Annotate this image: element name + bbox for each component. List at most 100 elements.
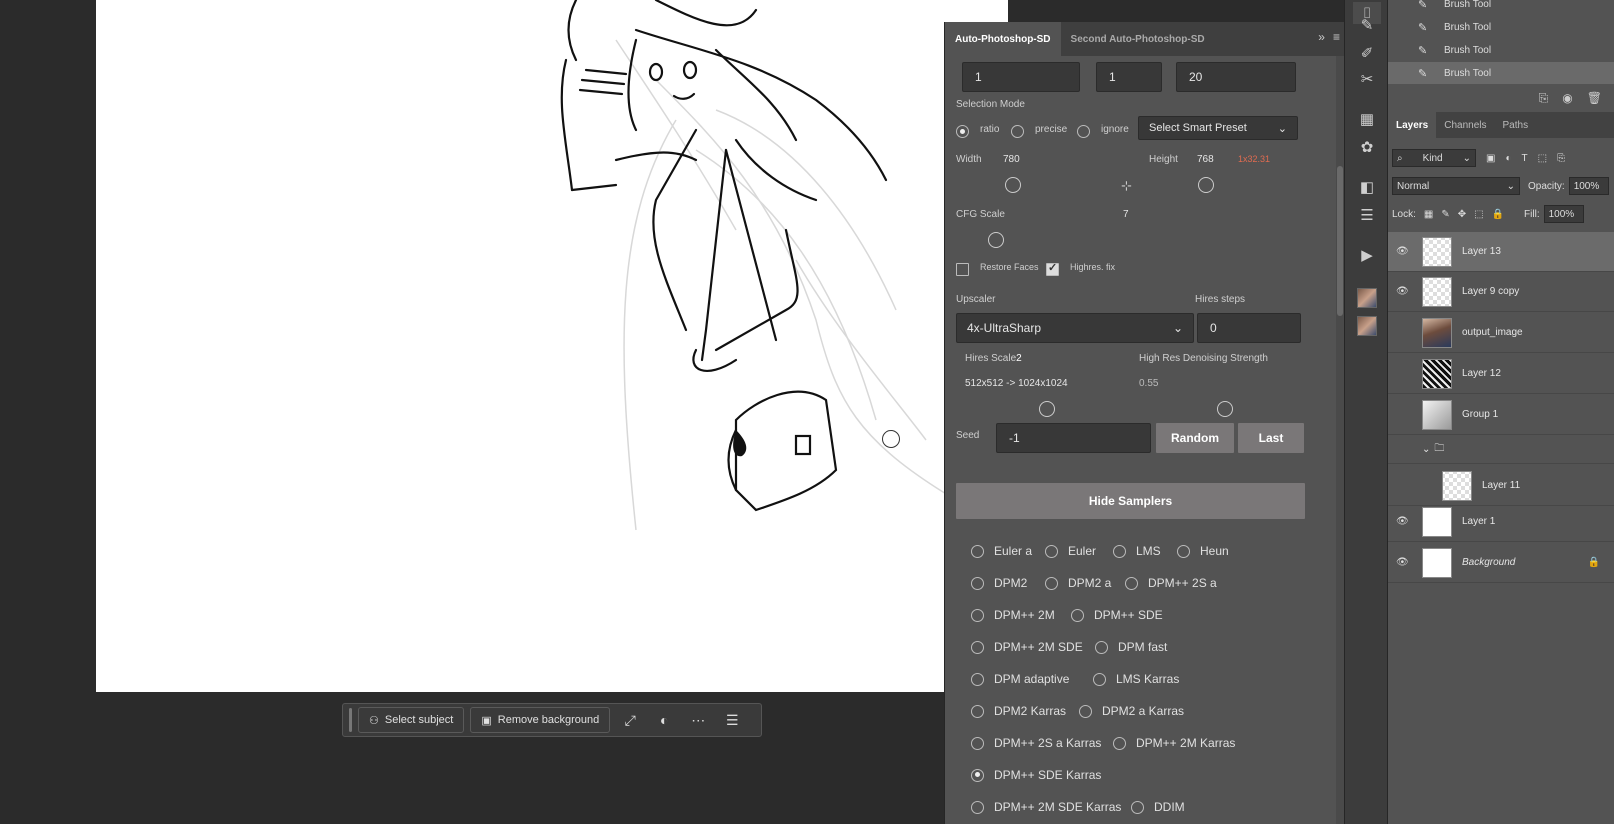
sampler-option[interactable]: DPM++ 2M — [971, 608, 1055, 622]
visibility-eye-icon[interactable]: 👁 — [1396, 286, 1409, 297]
cfg-scale-slider[interactable] — [988, 232, 1004, 248]
blend-mode-dropdown[interactable]: Normal ⌄ — [1392, 177, 1520, 195]
more-options-icon[interactable]: ⋯ — [684, 707, 712, 733]
select-subject-button[interactable]: ⚇ Select subject — [358, 707, 465, 733]
highres-fix-checkbox[interactable] — [1046, 261, 1059, 276]
visibility-eye-icon[interactable]: 👁 — [1396, 557, 1409, 568]
random-seed-button[interactable]: Random — [1156, 423, 1234, 453]
sampler-option[interactable]: DDIM — [1131, 800, 1185, 814]
sampler-radio[interactable] — [971, 576, 984, 590]
shape-filter-icon[interactable]: ⬚ — [1538, 153, 1547, 164]
layer-row[interactable]: Layer 12 — [1388, 354, 1614, 394]
sampler-option[interactable]: DPM adaptive — [971, 672, 1069, 686]
sampler-option[interactable]: DPM++ 2M SDE — [971, 640, 1083, 654]
type-filter-icon[interactable]: T — [1522, 153, 1528, 164]
opacity-field[interactable]: 100% — [1568, 177, 1609, 195]
fill-field[interactable]: 100% — [1543, 205, 1584, 223]
sampler-option[interactable]: DPM++ 2M Karras — [1113, 736, 1235, 750]
kind-filter-dropdown[interactable]: ⌕ Kind ⌄ — [1392, 149, 1476, 167]
batch-number-field[interactable]: 1 — [962, 62, 1080, 92]
visibility-eye-icon[interactable]: 👁 — [1396, 516, 1409, 527]
seed-field[interactable]: -1 — [996, 423, 1151, 453]
lock-position-icon[interactable]: ✥ — [1458, 209, 1466, 220]
sampler-option[interactable]: Heun — [1177, 544, 1229, 558]
sampler-radio[interactable] — [1045, 544, 1058, 558]
sampler-radio[interactable] — [1125, 576, 1138, 590]
panel-menu-icon[interactable]: ≡ — [1333, 30, 1340, 44]
layer-row[interactable]: Layer 11 — [1388, 466, 1614, 506]
plugin-thumbnail-icon[interactable] — [1357, 316, 1377, 336]
layer-row[interactable]: 👁 Layer 9 copy — [1388, 272, 1614, 312]
history-item[interactable]: ✎ Brush Tool — [1388, 62, 1614, 84]
settings-sliders-icon[interactable]: ☰ — [718, 707, 746, 733]
adjustment-icon[interactable]: ◐ — [650, 707, 678, 733]
sampler-option[interactable]: LMS — [1113, 544, 1161, 558]
visibility-eye-icon[interactable]: 👁 — [1396, 246, 1409, 257]
ignore-radio[interactable] — [1077, 125, 1090, 138]
sampler-option[interactable]: DPM fast — [1095, 640, 1167, 654]
scrollbar-thumb[interactable] — [1337, 166, 1343, 316]
history-item[interactable]: ✎ Brush Tool — [1388, 39, 1614, 61]
height-slider[interactable] — [1198, 177, 1214, 193]
sampler-option[interactable]: DPM++ 2S a Karras — [971, 736, 1101, 750]
plugin-thumbnail-icon[interactable] — [1357, 288, 1377, 308]
history-item[interactable]: ✎ Brush Tool — [1388, 16, 1614, 38]
sampler-radio[interactable] — [971, 608, 984, 622]
brushes-icon[interactable]: ✐ — [1355, 42, 1379, 64]
width-slider[interactable] — [1005, 177, 1021, 193]
sampler-radio[interactable] — [1071, 608, 1084, 622]
lock-pixels-icon[interactable]: ✎ — [1441, 209, 1449, 220]
sampler-radio[interactable] — [971, 672, 984, 686]
sampler-radio[interactable] — [971, 704, 984, 718]
sampler-option[interactable]: DPM++ SDE Karras — [971, 768, 1101, 782]
lock-artboard-icon[interactable]: ⬚ — [1474, 209, 1483, 220]
smart-object-filter-icon[interactable]: ⎘ — [1557, 153, 1565, 164]
group-folder-row[interactable]: ⌄ 🗀 — [1388, 436, 1614, 464]
link-dimensions-icon[interactable]: ⊹ — [1121, 178, 1132, 194]
batch-size-field[interactable]: 1 — [1096, 62, 1162, 92]
last-seed-button[interactable]: Last — [1238, 423, 1304, 453]
properties-icon[interactable]: ◧ — [1355, 176, 1379, 198]
tab-second-auto-photoshop-sd[interactable]: Second Auto-Photoshop-SD — [1061, 22, 1215, 56]
upscaler-dropdown[interactable]: 4x-UltraSharp ⌄ — [956, 313, 1194, 343]
layer-row[interactable]: 👁 Layer 13 — [1388, 232, 1614, 272]
layer-row[interactable]: output_image — [1388, 313, 1614, 353]
tab-layers[interactable]: Layers — [1388, 112, 1437, 138]
tab-auto-photoshop-sd[interactable]: Auto-Photoshop-SD — [945, 22, 1061, 56]
sampler-radio[interactable] — [971, 640, 984, 654]
layer-row[interactable]: 👁 Background 🔒 — [1388, 543, 1614, 583]
sampler-radio[interactable] — [971, 768, 984, 782]
snapshot-camera-icon[interactable]: ◉ — [1562, 91, 1572, 105]
brush-settings-icon[interactable]: ✎ — [1355, 14, 1379, 36]
sampler-radio[interactable] — [971, 544, 984, 558]
adjustment-filter-icon[interactable]: ◐ — [1505, 153, 1511, 164]
sampler-option[interactable]: Euler — [1045, 544, 1096, 558]
lock-transparency-icon[interactable]: ▦ — [1424, 209, 1433, 220]
tab-channels[interactable]: Channels — [1436, 112, 1494, 138]
sampler-option[interactable]: DPM++ 2S a — [1125, 576, 1217, 590]
remove-background-button[interactable]: ▣ Remove background — [470, 707, 611, 733]
collapse-icon[interactable]: » — [1318, 30, 1325, 44]
sampler-radio[interactable] — [1177, 544, 1190, 558]
sampler-radio[interactable] — [1131, 800, 1144, 814]
sampler-option[interactable]: DPM2 Karras — [971, 704, 1066, 718]
denoising-strength-slider[interactable] — [1217, 401, 1233, 417]
sampler-radio[interactable] — [1093, 672, 1106, 686]
sampler-radio[interactable] — [1113, 544, 1126, 558]
plugin-scrollbar[interactable] — [1336, 56, 1344, 824]
smart-preset-dropdown[interactable]: Select Smart Preset ⌄ — [1138, 116, 1298, 140]
hires-scale-slider[interactable] — [1039, 401, 1055, 417]
history-item[interactable]: ✎ Brush Tool — [1388, 0, 1614, 15]
new-document-icon[interactable]: ⎘ — [1539, 91, 1549, 106]
actions-play-icon[interactable]: ▶ — [1355, 244, 1379, 266]
sampler-option[interactable]: DPM++ SDE — [1071, 608, 1163, 622]
sampler-option[interactable]: DPM2 a Karras — [1079, 704, 1184, 718]
tool-presets-icon[interactable]: ✂ — [1355, 68, 1379, 90]
sampler-radio[interactable] — [1113, 736, 1126, 750]
sampler-option[interactable]: DPM++ 2M SDE Karras — [971, 800, 1121, 814]
sampler-radio[interactable] — [1095, 640, 1108, 654]
precise-radio[interactable] — [1011, 125, 1024, 138]
sampler-radio[interactable] — [1079, 704, 1092, 718]
sampler-radio[interactable] — [971, 800, 984, 814]
layer-row[interactable]: 👁 Layer 1 — [1388, 502, 1614, 542]
